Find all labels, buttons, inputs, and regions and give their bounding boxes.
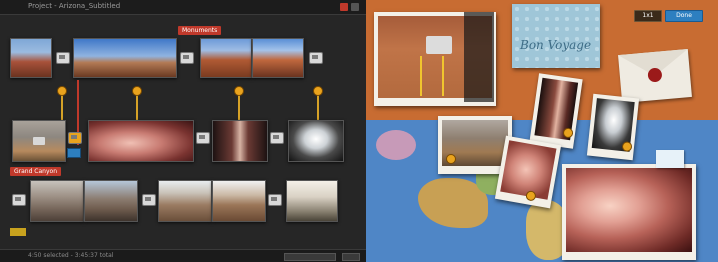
done-button[interactable]: Done	[665, 10, 703, 22]
zoom-slider[interactable]	[284, 253, 336, 261]
clip-thumbnail[interactable]	[30, 180, 84, 222]
transition-icon[interactable]	[56, 52, 70, 64]
clip-thumbnail[interactable]	[288, 120, 344, 162]
timeline-panel: Project - Arizona_Subtitled Monuments Gr…	[0, 0, 366, 262]
marker-pin-icon[interactable]	[446, 154, 456, 164]
status-bar: 4:50 selected - 3:45:37 total	[0, 249, 366, 262]
clip-thumbnail[interactable]	[200, 38, 252, 78]
marker-pin-icon[interactable]	[562, 127, 574, 139]
marker-pin-icon[interactable]	[234, 86, 244, 96]
clip-thumbnail[interactable]	[10, 38, 52, 78]
note-card[interactable]	[656, 150, 684, 168]
marker-pin-icon[interactable]	[57, 86, 67, 96]
marker-pin-icon[interactable]	[525, 190, 537, 202]
transition-icon[interactable]	[309, 52, 323, 64]
transition-icon[interactable]	[270, 132, 284, 144]
marker-pin-icon[interactable]	[621, 141, 633, 153]
marker-line	[136, 92, 138, 120]
photo-card[interactable]	[374, 12, 496, 106]
transition-icon[interactable]	[142, 194, 156, 206]
collage-board: Bon Voyage 1x1 Done	[366, 0, 718, 262]
close-icon[interactable]	[340, 3, 348, 11]
marker-line	[61, 92, 63, 120]
clip-thumbnail[interactable]	[286, 180, 338, 222]
marker-pin-icon[interactable]	[132, 86, 142, 96]
envelope-icon[interactable]	[618, 49, 692, 103]
transition-icon[interactable]	[180, 52, 194, 64]
selected-transition-icon[interactable]	[67, 148, 81, 158]
transition-icon[interactable]	[268, 194, 282, 206]
size-1x1-button[interactable]: 1x1	[634, 10, 662, 22]
row-label-monuments[interactable]: Monuments	[178, 26, 222, 35]
wax-seal-icon	[647, 67, 663, 83]
transition-icon[interactable]	[68, 132, 82, 144]
marker-line	[238, 92, 240, 120]
window-title: Project - Arizona_Subtitled	[28, 2, 121, 10]
photo-card[interactable]	[494, 135, 562, 209]
status-text: 4:50 selected - 3:45:37 total	[28, 252, 114, 259]
clip-thumbnail[interactable]	[84, 180, 138, 222]
track-handle[interactable]	[10, 228, 26, 236]
clip-thumbnail[interactable]	[212, 180, 266, 222]
marker-line	[317, 92, 319, 120]
marker-pin-icon[interactable]	[313, 86, 323, 96]
clip-thumbnail[interactable]	[88, 120, 194, 162]
transition-icon[interactable]	[12, 194, 26, 206]
clip-thumbnail[interactable]	[12, 120, 66, 162]
fit-button[interactable]	[342, 253, 360, 261]
clip-thumbnail[interactable]	[158, 180, 212, 222]
minimize-icon[interactable]	[351, 3, 359, 11]
clip-thumbnail[interactable]	[73, 38, 177, 78]
postcard-text: Bon Voyage	[520, 38, 592, 52]
transition-icon[interactable]	[196, 132, 210, 144]
photo-card[interactable]	[586, 93, 640, 161]
photo-card[interactable]	[562, 164, 696, 260]
clip-thumbnail[interactable]	[212, 120, 268, 162]
row-label-grand-canyon[interactable]: Grand Canyon	[10, 167, 62, 176]
postcard[interactable]: Bon Voyage	[512, 4, 600, 68]
title-bar: Project - Arizona_Subtitled	[0, 0, 366, 15]
clip-thumbnail[interactable]	[252, 38, 304, 78]
